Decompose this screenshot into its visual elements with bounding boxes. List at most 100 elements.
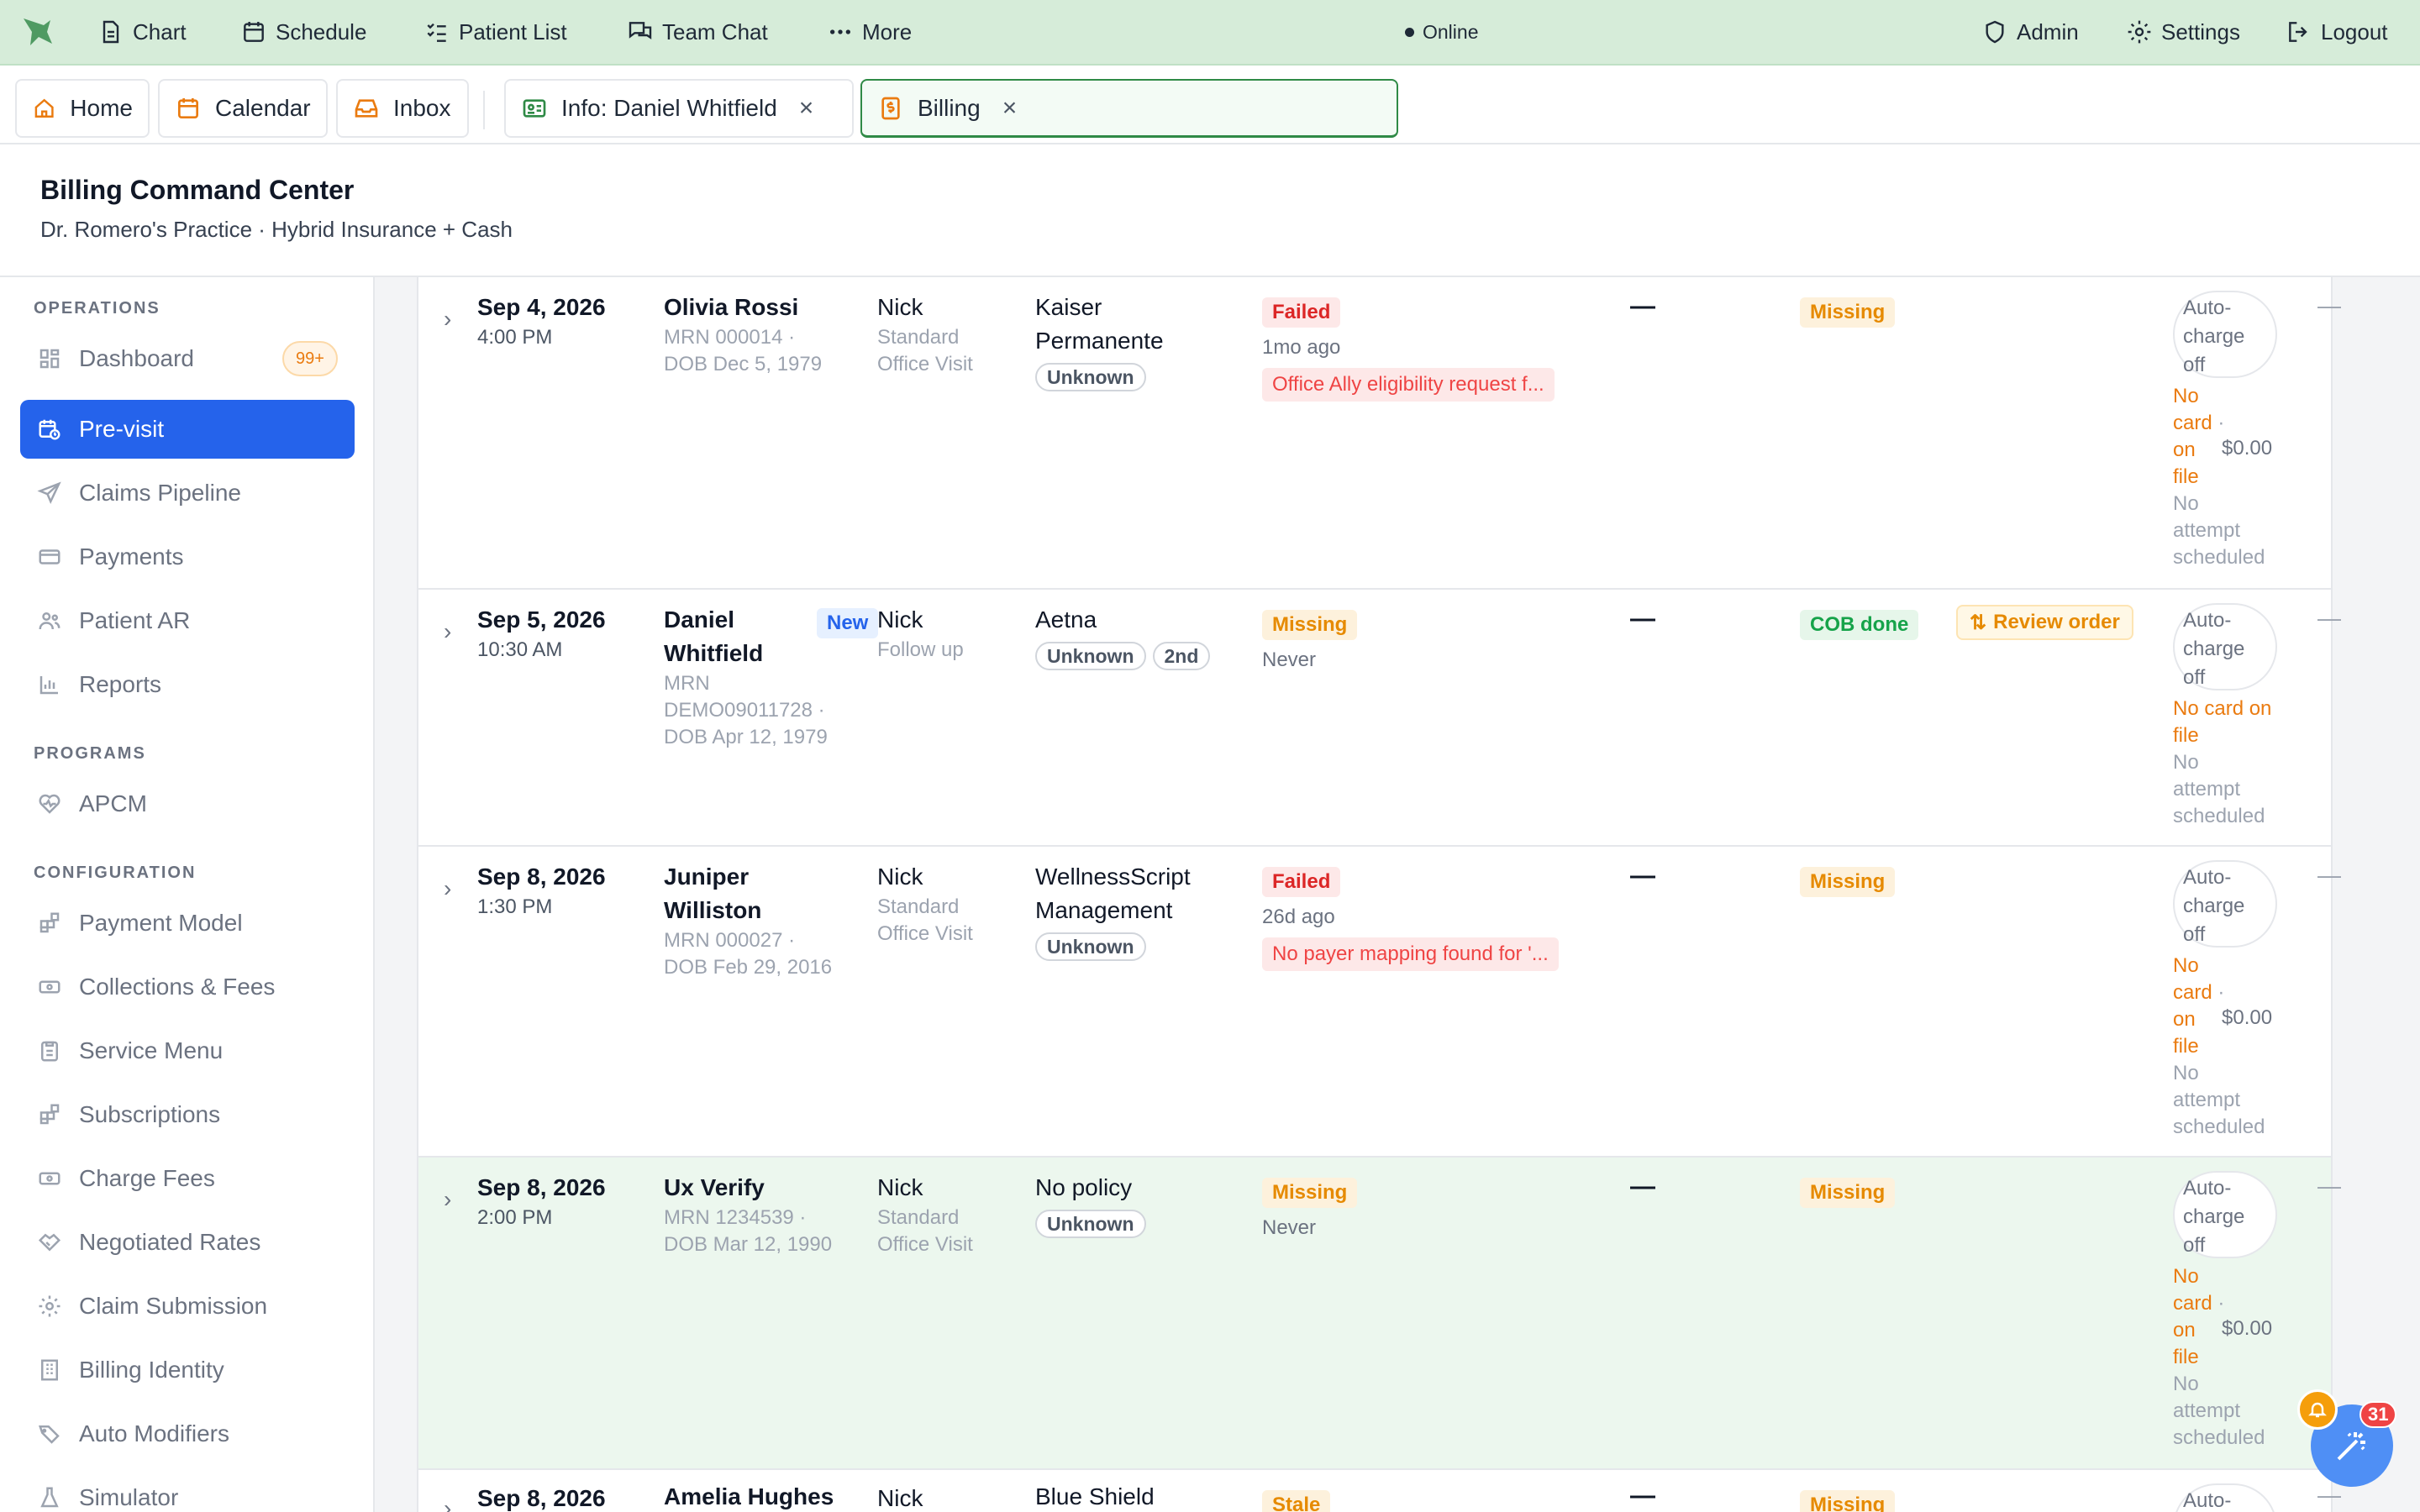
notification-bell-button[interactable] [2297,1389,2338,1430]
tab-patient-info[interactable]: Info: Daniel Whitfield × [504,79,854,138]
auto-charge-label: Auto- [2183,1177,2232,1200]
sidebar-item-auto-modifiers[interactable]: Auto Modifiers [20,1404,355,1463]
sidebar-item-subscriptions[interactable]: Subscriptions [20,1085,355,1144]
card-status: No [2173,954,2199,977]
cob-status-badge: Missing [1800,297,1896,328]
menu-patient-list-label: Patient List [459,18,567,45]
menu-settings[interactable]: Settings [2126,0,2240,64]
main-content: › Sep 4, 2026 4:00 PM Olivia Rossi MRN 0… [375,277,2420,1512]
shield-icon [1986,20,2004,44]
blocks-icon [39,1104,60,1125]
auto-charge-label: Auto- [2183,1489,2232,1512]
menu-logout[interactable]: Logout [2286,0,2388,64]
card-status: file [2173,1346,2199,1368]
notification-count-badge: 31 [2360,1401,2397,1428]
sidebar-item-patient-ar[interactable]: Patient AR [20,591,355,650]
empty-value: — [1630,292,1655,320]
eligibility-checked-ago: 1mo ago [1262,336,1341,359]
patient-name[interactable]: Daniel [664,603,828,637]
auto-charge-toggle[interactable]: Auto- charge off [2173,603,2277,690]
table-row[interactable]: › Sep 8, 2026 Amelia Hughes Nick Blue Sh… [418,1470,2341,1512]
sidebar-item-payments[interactable]: Payments [20,528,355,586]
table-row[interactable]: › Sep 8, 2026 2:00 PM Ux Verify MRN 1234… [418,1158,2341,1470]
menu-team-chat[interactable]: Team Chat [627,0,768,64]
list-check-icon [427,23,446,42]
patient-dob: DOB Mar 12, 1990 [664,1233,833,1256]
sidebar-item-pre-visit[interactable]: Pre-visit [20,400,355,459]
empty-value: — [1630,862,1655,890]
sidebar-item-label: APCM [79,790,147,816]
menu-admin[interactable]: Admin [1981,0,2079,64]
auto-charge-toggle[interactable]: Auto- charge off [2173,291,2277,378]
eligibility-error[interactable]: Office Ally eligibility request f... [1262,368,1555,402]
sidebar-item-claims-pipeline[interactable]: Claims Pipeline [20,464,355,522]
auto-charge-toggle[interactable]: Auto- charge off [2173,860,2277,948]
calendar-clock-icon [39,419,60,440]
review-order-button[interactable]: ⇅ Review order [1956,605,2133,640]
sidebar-item-billing-identity[interactable]: Billing Identity [20,1341,355,1399]
close-icon[interactable]: × [1002,94,1018,123]
sidebar-item-service-menu[interactable]: Service Menu [20,1021,355,1080]
tab-inbox[interactable]: Inbox [336,79,469,138]
menu-logout-label: Logout [2321,18,2388,45]
new-patient-badge: New [817,608,879,638]
sidebar-item-collections-fees[interactable]: Collections & Fees [20,958,355,1016]
table-row[interactable]: › Sep 4, 2026 4:00 PM Olivia Rossi MRN 0… [418,277,2341,590]
eligibility-status-badge: Failed [1262,297,1341,328]
menu-schedule[interactable]: Schedule [240,0,366,64]
attempt-status: No [2173,492,2199,515]
payer-name: Kaiser [1035,294,1102,320]
sidebar-item-negotiated-rates[interactable]: Negotiated Rates [20,1213,355,1272]
patient-name[interactable]: Whitfield [664,637,828,670]
menu-more[interactable]: More [827,0,912,64]
sidebar-item-claim-submission[interactable]: Claim Submission [20,1277,355,1336]
chevron-right-icon[interactable]: › [444,1186,451,1213]
eligibility-status-badge: Missing [1262,610,1358,640]
chevron-right-icon[interactable]: › [444,306,451,333]
review-order-label: Review order [1993,611,2120,633]
chevron-right-icon[interactable]: › [444,1495,451,1512]
tab-home-label: Home [70,95,133,121]
document-icon [103,20,119,44]
empty-value: — [2317,605,2341,631]
auto-charge-toggle[interactable]: Auto- charge off [2173,1171,2277,1258]
sidebar-item-apcm[interactable]: APCM [20,774,355,833]
table-row[interactable]: › Sep 5, 2026 10:30 AM Daniel Whitfield … [418,590,2341,847]
patient-name[interactable]: Juniper [664,860,832,894]
table-row[interactable]: › Sep 8, 2026 1:30 PM Juniper Williston … [418,847,2341,1158]
auto-charge-toggle[interactable]: Auto- [2173,1483,2277,1512]
attempt-status: No [2173,1062,2199,1084]
patient-name[interactable]: Olivia Rossi [664,291,822,324]
chevron-right-icon[interactable]: › [444,618,451,645]
empty-value: — [2317,862,2341,888]
attempt-status: scheduled [2173,805,2265,827]
attempt-status: attempt [2173,519,2241,542]
patient-dob: DOB Dec 5, 1979 [664,353,823,375]
tab-billing[interactable]: Billing × [860,79,1398,138]
section-configuration: CONFIGURATION [34,864,197,882]
chevron-right-icon[interactable]: › [444,875,451,902]
sidebar-item-label: Charge Fees [79,1165,215,1191]
attempt-status: attempt [2173,1089,2241,1111]
patient-name[interactable]: Ux Verify [664,1171,832,1205]
appointment-date: Sep 8, 2026 [477,1485,606,1511]
sidebar-item-charge-fees[interactable]: Charge Fees [20,1149,355,1208]
appointment-date: Sep 4, 2026 [477,294,606,320]
page-title: Billing Command Center [40,175,355,205]
sidebar-item-dashboard[interactable]: Dashboard 99+ [20,329,355,388]
app-logo-icon[interactable] [18,13,55,50]
menu-chart[interactable]: Chart [97,0,187,64]
tab-home[interactable]: Home [15,79,150,138]
sidebar-item-simulator[interactable]: Simulator [20,1468,355,1512]
menu-patient-list[interactable]: Patient List [424,0,567,64]
sidebar-item-reports[interactable]: Reports [20,655,355,714]
sidebar-item-payment-model[interactable]: Payment Model [20,894,355,953]
payer-name: Blue Shield [1035,1483,1155,1509]
eligibility-error[interactable]: No payer mapping found for '... [1262,937,1559,971]
inbox-icon [355,99,378,118]
attempt-status: attempt [2173,778,2241,801]
tab-calendar[interactable]: Calendar [158,79,328,138]
patient-name[interactable]: Amelia Hughes [664,1480,834,1512]
patient-name[interactable]: Williston [664,894,832,927]
close-icon[interactable]: × [799,94,814,123]
